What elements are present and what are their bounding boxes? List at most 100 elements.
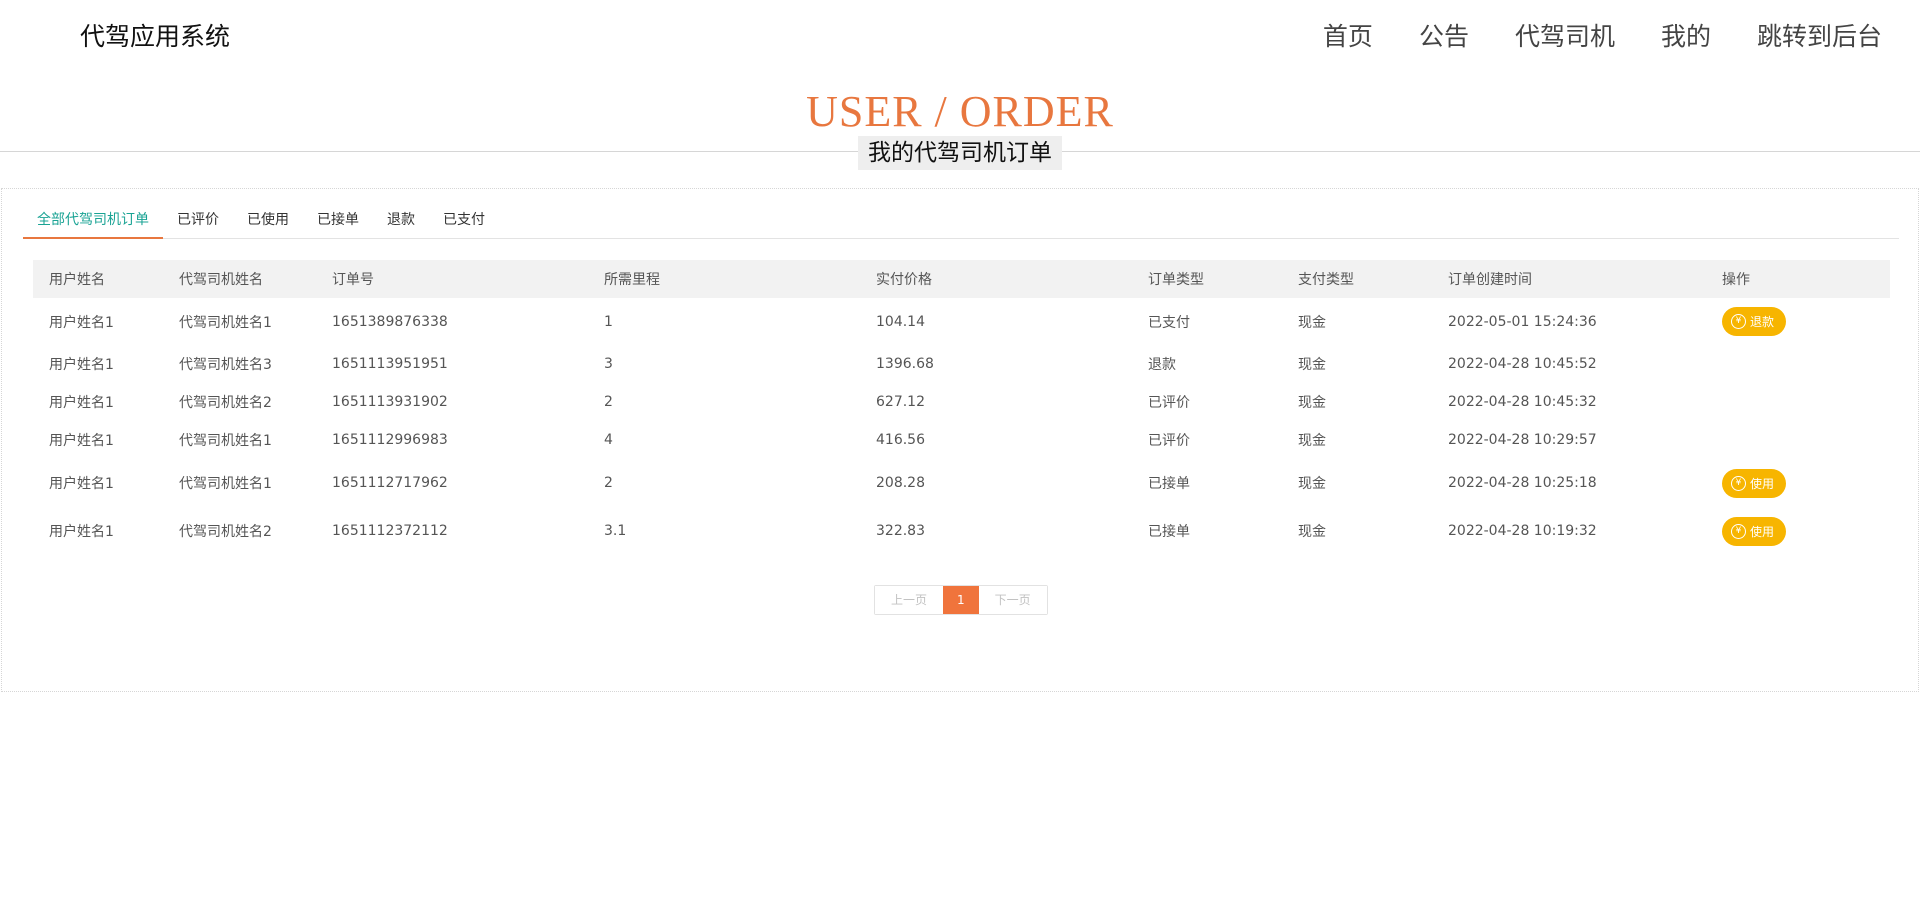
col-header-order-type: 订单类型	[1148, 272, 1204, 288]
nav-item-admin[interactable]: 跳转到后台	[1757, 17, 1882, 53]
col-header-action: 操作	[1722, 272, 1750, 288]
refund-button[interactable]: ¥ 退款	[1722, 307, 1787, 336]
col-header-created: 订单创建时间	[1448, 272, 1532, 288]
cell-action: ¥ 退款	[1706, 298, 1890, 345]
cell-driver: 代驾司机姓名2	[179, 395, 272, 411]
cell-order-no: 1651113931902	[332, 394, 448, 410]
tab-all-orders[interactable]: 全部代驾司机订单	[23, 203, 163, 239]
cell-created: 2022-04-28 10:25:18	[1448, 475, 1597, 491]
cell-order-type: 退款	[1148, 357, 1176, 373]
table-row: 用户姓名1 代驾司机姓名2 1651112372112 3.1 322.83 已…	[33, 507, 1890, 555]
col-header-mileage: 所需里程	[604, 272, 660, 288]
pagination: 上一页 1 下一页	[874, 585, 1048, 615]
cell-order-no: 1651113951951	[332, 356, 448, 372]
use-button-label: 使用	[1750, 476, 1775, 491]
cell-action	[1706, 383, 1890, 421]
cell-order-no: 1651389876338	[332, 313, 448, 330]
cell-created: 2022-04-28 10:45:52	[1448, 356, 1597, 372]
yen-circle-icon: ¥	[1731, 314, 1746, 329]
cell-order-type: 已支付	[1148, 314, 1190, 331]
cell-mileage: 4	[604, 432, 613, 448]
page-hero: USER / ORDER	[0, 85, 1920, 139]
cell-created: 2022-05-01 15:24:36	[1448, 313, 1597, 330]
cell-price: 104.14	[876, 313, 925, 330]
cell-pay-type: 现金	[1298, 524, 1326, 540]
cell-driver: 代驾司机姓名1	[179, 314, 272, 331]
cell-pay-type: 现金	[1298, 314, 1326, 331]
yen-circle-icon: ¥	[1731, 475, 1746, 491]
col-header-order-no: 订单号	[332, 272, 374, 288]
cell-driver: 代驾司机姓名1	[179, 476, 272, 492]
next-page-button[interactable]: 下一页	[978, 586, 1047, 614]
table-row: 用户姓名1 代驾司机姓名1 1651112717962 2 208.28 已接单…	[33, 459, 1890, 507]
cell-action: ¥ 使用	[1706, 507, 1890, 555]
cell-pay-type: 现金	[1298, 395, 1326, 411]
page-1-button[interactable]: 1	[943, 586, 979, 614]
cell-user: 用户姓名1	[49, 476, 114, 492]
cell-price: 1396.68	[876, 356, 934, 372]
cell-created: 2022-04-28 10:19:32	[1448, 523, 1597, 539]
tab-paid[interactable]: 已支付	[429, 203, 499, 239]
cell-created: 2022-04-28 10:29:57	[1448, 432, 1597, 448]
cell-mileage: 3.1	[604, 523, 627, 539]
cell-user: 用户姓名1	[49, 357, 114, 373]
prev-page-button[interactable]: 上一页	[875, 586, 944, 614]
page-subtitle: 我的代驾司机订单	[858, 136, 1062, 170]
refund-button-label: 退款	[1750, 315, 1775, 329]
cell-order-type: 已评价	[1148, 433, 1190, 449]
tab-refund[interactable]: 退款	[373, 203, 429, 239]
cell-created: 2022-04-28 10:45:32	[1448, 394, 1597, 410]
cell-order-no: 1651112717962	[332, 475, 448, 491]
tab-accepted[interactable]: 已接单	[303, 203, 373, 239]
col-header-price: 实付价格	[876, 272, 932, 288]
use-button-label: 使用	[1750, 524, 1775, 539]
cell-order-type: 已接单	[1148, 476, 1190, 492]
col-header-driver: 代驾司机姓名	[179, 272, 263, 288]
cell-action	[1706, 421, 1890, 459]
cell-user: 用户姓名1	[49, 395, 114, 411]
cell-driver: 代驾司机姓名2	[179, 524, 272, 540]
tab-used[interactable]: 已使用	[233, 203, 303, 239]
cell-pay-type: 现金	[1298, 433, 1326, 449]
cell-user: 用户姓名1	[49, 433, 114, 449]
col-header-user: 用户姓名	[49, 272, 105, 288]
table-row: 用户姓名1 代驾司机姓名3 1651113951951 3 1396.68 退款…	[33, 345, 1890, 383]
cell-mileage: 3	[604, 356, 613, 372]
cell-price: 322.83	[876, 523, 925, 539]
cell-price: 208.28	[876, 475, 925, 491]
use-button[interactable]: ¥ 使用	[1722, 516, 1787, 546]
table-row: 用户姓名1 代驾司机姓名2 1651113931902 2 627.12 已评价…	[33, 383, 1890, 421]
main-nav: 首页 公告 代驾司机 我的 跳转到后台	[1323, 17, 1882, 53]
cell-order-no: 1651112996983	[332, 432, 448, 448]
site-brand[interactable]: 代驾应用系统	[80, 17, 230, 53]
cell-mileage: 2	[604, 394, 613, 410]
table-row: 用户姓名1 代驾司机姓名1 1651389876338 1 104.14 已支付…	[33, 298, 1890, 345]
table-header-row: 用户姓名 代驾司机姓名 订单号 所需里程 实付价格 订单类型 支付类型 订单创建…	[33, 260, 1890, 298]
cell-order-type: 已评价	[1148, 395, 1190, 411]
cell-user: 用户姓名1	[49, 314, 114, 331]
cell-driver: 代驾司机姓名1	[179, 433, 272, 449]
order-tabs: 全部代驾司机订单 已评价 已使用 已接单 退款 已支付	[23, 203, 1899, 239]
cell-driver: 代驾司机姓名3	[179, 357, 272, 373]
orders-table: 用户姓名 代驾司机姓名 订单号 所需里程 实付价格 订单类型 支付类型 订单创建…	[33, 260, 1890, 555]
cell-price: 416.56	[876, 432, 925, 448]
cell-action: ¥ 使用	[1706, 459, 1890, 507]
col-header-pay-type: 支付类型	[1298, 272, 1354, 288]
nav-item-drivers[interactable]: 代驾司机	[1515, 17, 1615, 53]
tab-reviewed[interactable]: 已评价	[163, 203, 233, 239]
cell-mileage: 2	[604, 475, 613, 491]
cell-pay-type: 现金	[1298, 476, 1326, 492]
nav-item-mine[interactable]: 我的	[1661, 17, 1711, 53]
nav-item-notice[interactable]: 公告	[1419, 17, 1469, 53]
orders-panel: 全部代驾司机订单 已评价 已使用 已接单 退款 已支付 用户姓名 代驾司机姓名 …	[1, 188, 1919, 692]
cell-price: 627.12	[876, 394, 925, 410]
cell-pay-type: 现金	[1298, 357, 1326, 373]
cell-mileage: 1	[604, 313, 613, 330]
cell-order-type: 已接单	[1148, 524, 1190, 540]
use-button[interactable]: ¥ 使用	[1722, 468, 1787, 498]
cell-order-no: 1651112372112	[332, 523, 448, 539]
cell-action	[1706, 345, 1890, 383]
page-title: USER / ORDER	[806, 87, 1114, 136]
top-navbar: 代驾应用系统 首页 公告 代驾司机 我的 跳转到后台	[0, 0, 1920, 70]
nav-item-home[interactable]: 首页	[1323, 17, 1373, 53]
